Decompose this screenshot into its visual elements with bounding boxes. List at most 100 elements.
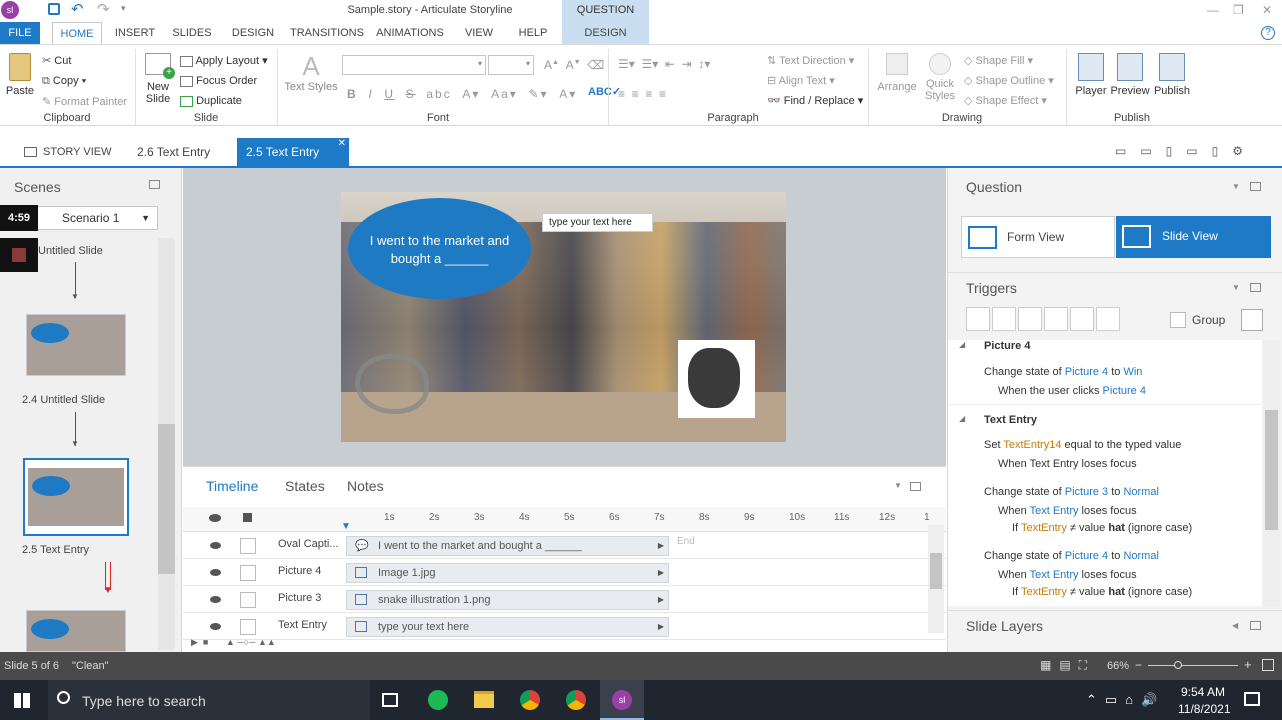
lock-checkbox[interactable] [240, 538, 256, 554]
expand-icon[interactable]: ◀ [1232, 621, 1238, 630]
tab-transitions[interactable]: TRANSITIONS [288, 22, 366, 44]
panel-float-icon[interactable] [910, 482, 921, 491]
trigger-condition[interactable]: When the user clicks Picture 4 [998, 385, 1146, 397]
format-painter-button[interactable]: ✎ Format Painter [42, 95, 127, 108]
copy-button[interactable]: ⧉ Copy ▾ [42, 75, 86, 88]
text-direction-button[interactable]: ⇅ Text Direction ▾ [767, 54, 854, 67]
slide-thumbnail[interactable] [26, 610, 126, 652]
timeline-bar[interactable]: snake illustration 1.png ▶ [346, 590, 669, 610]
player-button[interactable]: Player [1072, 53, 1110, 97]
panel-float-icon[interactable] [149, 180, 160, 189]
view-icons[interactable]: ▦▤⛶ [1040, 658, 1095, 673]
trigger-group-header[interactable]: ◢ Picture 4 [948, 340, 1262, 354]
trigger-item[interactable]: Change state of Picture 4 to Win [984, 366, 1142, 378]
eye-icon[interactable] [210, 542, 221, 549]
copy-trigger-icon[interactable] [1018, 307, 1042, 331]
font-format-icons[interactable]: B I U S abc A▾ Aa▾ ✎▾ A▾ [347, 87, 577, 101]
tab-help[interactable]: HELP [512, 22, 554, 44]
spell-check-icon[interactable]: ABC✓ [588, 85, 621, 98]
form-view-button[interactable]: Form View [961, 216, 1115, 258]
slide-thumbnail[interactable] [26, 314, 126, 376]
shape-effect-button[interactable]: ◇ Shape Effect ▾ [964, 94, 1047, 107]
timeline-row[interactable]: Picture 3 snake illustration 1.png ▶ [183, 586, 946, 613]
oval-caption[interactable]: I went to the market and bought a ______ [348, 198, 531, 299]
zoom-in-icon[interactable]: + [1244, 657, 1252, 672]
tab-slides[interactable]: SLIDES [170, 22, 214, 44]
slide-view-button[interactable]: Slide View [1116, 216, 1271, 258]
list-icons[interactable]: ☰▾ ☰▾ ⇤ ⇥ ↕▾ [618, 57, 710, 71]
tray-icons[interactable]: ⌃▭⌂🔊 [1086, 692, 1165, 708]
chrome-profile-icon[interactable] [566, 690, 586, 710]
snake-image[interactable] [355, 354, 429, 414]
spotify-icon[interactable] [428, 690, 448, 710]
duplicate-button[interactable]: Duplicate [180, 95, 242, 107]
lock-header-icon[interactable] [243, 513, 252, 522]
panel-float-icon[interactable] [1250, 182, 1261, 191]
fit-icon[interactable] [1262, 659, 1274, 671]
focus-order-button[interactable]: Focus Order [180, 75, 257, 87]
tab-insert[interactable]: INSERT [112, 22, 158, 44]
timeline-controls[interactable]: ▶ ■ ▲ ─○─ ▲▲ [191, 637, 276, 648]
tab-file[interactable]: FILE [0, 22, 40, 44]
trigger-condition[interactable]: If TextEntry ≠ value hat (ignore case) [1012, 522, 1192, 534]
find-replace-button[interactable]: 👓 Find / Replace ▾ [767, 94, 863, 107]
chrome-icon[interactable] [520, 690, 540, 710]
delete-trigger-icon[interactable] [1070, 307, 1094, 331]
apply-layout-button[interactable]: Apply Layout ▾ [180, 54, 268, 67]
tab-story-view[interactable]: STORY VIEW [24, 138, 114, 166]
tab-slide-2-6[interactable]: 2.6 Text Entry [137, 138, 227, 166]
tab-question-design[interactable]: DESIGN [562, 22, 649, 44]
text-entry-field[interactable]: type your text here [542, 213, 653, 232]
publish-button[interactable]: Publish [1152, 53, 1192, 97]
lock-checkbox[interactable] [240, 619, 256, 635]
file-explorer-icon[interactable] [474, 691, 494, 708]
trigger-options-icon[interactable] [1241, 309, 1263, 331]
zoom-out-icon[interactable]: − [1135, 658, 1142, 672]
collapse-icon[interactable]: ▼ [1232, 182, 1240, 191]
trigger-condition[interactable]: If TextEntry ≠ value hat (ignore case) [1012, 586, 1192, 598]
taskbar-search[interactable]: Type here to search [48, 680, 370, 720]
panel-float-icon[interactable] [1250, 283, 1261, 292]
quick-styles-button[interactable]: Quick Styles [922, 53, 958, 102]
new-trigger-icon[interactable] [966, 307, 990, 331]
tab-slide-2-5[interactable]: 2.5 Text Entry ✕ [237, 138, 349, 166]
move-trigger-icon[interactable] [1096, 307, 1120, 331]
collapse-icon[interactable]: ▼ [894, 481, 902, 490]
tab-animations[interactable]: ANIMATIONS [374, 22, 446, 44]
trigger-item[interactable]: Change state of Picture 4 to Normal [984, 550, 1159, 562]
collapse-icon[interactable]: ▼ [1232, 283, 1240, 292]
panel-float-icon[interactable] [1250, 621, 1261, 630]
arrange-button[interactable]: Arrange [876, 53, 918, 93]
lock-checkbox[interactable] [240, 565, 256, 581]
font-size-select[interactable]: ▾ [488, 55, 534, 75]
tab-view[interactable]: VIEW [458, 22, 500, 44]
view-mode-icons[interactable]: ▭▭▯▭▯⚙ [1115, 144, 1257, 158]
timeline-row[interactable]: Text Entry type your text here ▶ [183, 613, 946, 640]
trigger-condition[interactable]: When Text Entry loses focus [998, 569, 1137, 581]
zoom-slider[interactable] [1148, 661, 1238, 669]
timeline-scrollbar[interactable] [928, 525, 944, 633]
shape-fill-button[interactable]: ◇ Shape Fill ▾ [964, 54, 1033, 67]
trigger-condition[interactable]: When Text Entry loses focus [998, 458, 1137, 470]
shape-outline-button[interactable]: ◇ Shape Outline ▾ [964, 74, 1054, 87]
restore-button[interactable]: ❐ [1233, 3, 1244, 17]
paste-button[interactable]: Paste [5, 53, 35, 108]
edit-trigger-icon[interactable] [992, 307, 1016, 331]
clapping-hands-image[interactable] [678, 340, 755, 418]
group-checkbox[interactable] [1170, 312, 1186, 328]
triggers-scrollbar[interactable] [1263, 340, 1280, 606]
tab-home[interactable]: HOME [52, 22, 102, 44]
align-text-button[interactable]: ⊟ Align Text ▾ [767, 74, 835, 87]
eye-header-icon[interactable] [209, 514, 221, 522]
record-stop-button[interactable] [0, 238, 38, 272]
minimize-button[interactable]: — [1207, 3, 1219, 17]
lock-checkbox[interactable] [240, 592, 256, 608]
slide-thumbnail-selected[interactable] [23, 458, 129, 536]
align-icons[interactable]: ≡ ≡ ≡ ≡ [618, 87, 666, 101]
tab-notes[interactable]: Notes [347, 478, 384, 494]
windows-start-icon[interactable] [14, 693, 30, 708]
timeline-row[interactable]: Picture 4 Image 1.jpg ▶ [183, 559, 946, 586]
tab-design[interactable]: DESIGN [228, 22, 278, 44]
trigger-item[interactable]: Change state of Picture 3 to Normal [984, 486, 1159, 498]
storyline-taskbar-button[interactable]: sl [600, 680, 644, 720]
